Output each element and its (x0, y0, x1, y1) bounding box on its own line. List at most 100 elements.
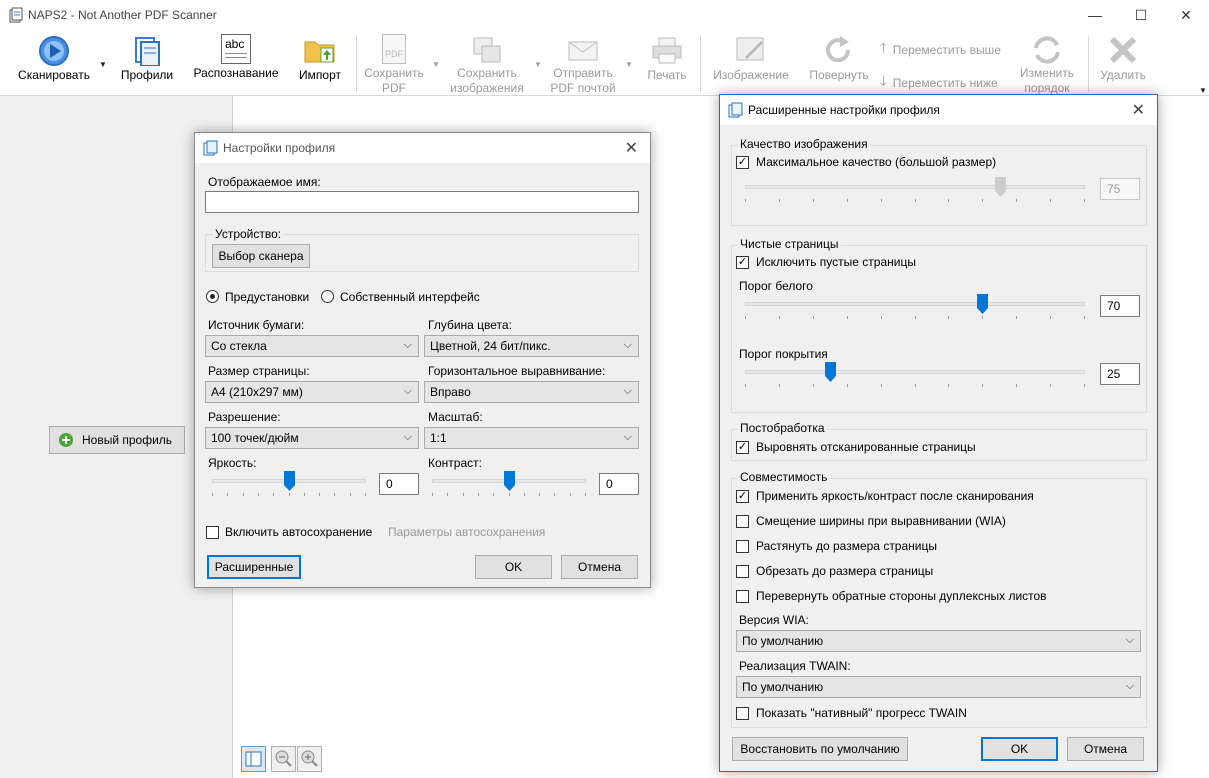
import-button[interactable]: Импорт (294, 30, 346, 96)
twain-impl-select[interactable]: По умолчанию ⌵ (736, 676, 1141, 698)
advanced-button[interactable]: Расширенные (207, 555, 301, 579)
slider-thumb[interactable] (504, 471, 515, 491)
slider-tick (447, 493, 448, 496)
print-button[interactable]: Печать (642, 30, 692, 96)
scan-button[interactable]: Сканировать (14, 30, 94, 96)
slider-thumb[interactable] (284, 471, 295, 491)
slider-tick (915, 199, 916, 202)
slider-tick (227, 493, 228, 496)
deskew-checkbox[interactable]: ✓ (736, 441, 749, 454)
move-down-button[interactable]: 🡓 Переместить ниже (880, 72, 998, 94)
scale-select[interactable]: 1:1 ⌵ (424, 427, 639, 449)
slider-tick (243, 493, 244, 496)
white-threshold-input[interactable]: 70 (1100, 295, 1140, 317)
slider-tick (1084, 316, 1085, 319)
slider-tick (570, 493, 571, 496)
quality-value-input[interactable]: 75 (1100, 178, 1140, 200)
slider-tick (915, 316, 916, 319)
flip-duplex-checkbox[interactable] (736, 590, 749, 603)
autosave-params-link[interactable]: Параметры автосохранения (388, 525, 545, 539)
profile-dialog-icon (203, 140, 218, 156)
profiles-button[interactable]: Профили (117, 30, 177, 96)
slider-thumb[interactable] (825, 362, 836, 382)
brightness-slider[interactable] (212, 471, 366, 497)
email-pdf-dropdown-arrow[interactable]: ▼ (625, 60, 633, 69)
slider-tick (554, 493, 555, 496)
image-button[interactable]: Изображение (708, 30, 794, 96)
quality-slider[interactable] (745, 177, 1085, 203)
minimize-button[interactable]: — (1072, 0, 1118, 30)
slider-tick (289, 493, 290, 496)
resolution-select[interactable]: 100 точек/дюйм ⌵ (205, 427, 419, 449)
maximize-button[interactable]: ☐ (1118, 0, 1164, 30)
close-window-button[interactable]: ✕ (1163, 0, 1209, 30)
slider-tick (319, 493, 320, 496)
native-ui-radio[interactable] (321, 290, 334, 303)
profile-settings-dialog: Настройки профиля ✕ Отображаемое имя: Ус… (194, 132, 651, 588)
page-size-select[interactable]: А4 (210x297 мм) ⌵ (205, 381, 419, 403)
chevron-down-icon: ⌵ (623, 385, 632, 397)
stretch-to-page-checkbox[interactable] (736, 540, 749, 553)
coverage-threshold-input[interactable]: 25 (1100, 363, 1140, 385)
exclude-blank-checkbox[interactable]: ✓ (736, 256, 749, 269)
bit-depth-select[interactable]: Цветной, 24 бит/пикс. ⌵ (424, 335, 639, 357)
slider-tick (1016, 316, 1017, 319)
ok-button[interactable]: OK (475, 555, 552, 579)
autosave-checkbox[interactable] (206, 526, 219, 539)
ocr-button[interactable]: abc Распознавание (190, 30, 282, 96)
image-edit-icon (736, 37, 764, 61)
slider-tick (350, 493, 351, 496)
arrow-down-icon: 🡓 (880, 73, 887, 88)
email-pdf-button[interactable]: Отправить PDF почтой (548, 30, 618, 96)
wia-version-select[interactable]: По умолчанию ⌵ (736, 630, 1141, 652)
zoom-out-button[interactable] (271, 746, 296, 772)
slider-tick (1050, 384, 1051, 387)
contrast-slider[interactable] (432, 471, 586, 497)
reorder-button[interactable]: Изменить порядок (1014, 30, 1080, 96)
crop-to-page-checkbox[interactable] (736, 565, 749, 578)
slider-tick (847, 316, 848, 319)
toolbar-overflow-arrow[interactable]: ▼ (1199, 86, 1207, 95)
chevron-down-icon: ⌵ (403, 385, 412, 397)
close-icon[interactable]: ✕ (1132, 100, 1145, 120)
white-threshold-slider[interactable] (745, 294, 1085, 320)
slider-thumb[interactable] (977, 294, 988, 314)
slider-thumb[interactable] (995, 177, 1006, 197)
delete-button[interactable]: Удалить (1094, 30, 1152, 96)
max-quality-checkbox[interactable]: ✓ (736, 156, 749, 169)
brightness-after-scan-checkbox[interactable]: ✓ (736, 490, 749, 503)
paper-source-select[interactable]: Со стекла ⌵ (205, 335, 419, 357)
dialog-title-bar: Расширенные настройки профиля ✕ (720, 95, 1157, 125)
save-images-dropdown-arrow[interactable]: ▼ (534, 60, 542, 69)
wia-offset-checkbox[interactable] (736, 515, 749, 528)
brightness-value-input[interactable]: 0 (379, 473, 419, 495)
coverage-threshold-slider[interactable] (745, 362, 1085, 388)
save-pdf-button[interactable]: PDF Сохранить PDF (360, 30, 428, 96)
new-profile-button[interactable]: Новый профиль (49, 426, 185, 454)
slider-track (745, 185, 1085, 189)
display-name-input[interactable] (205, 191, 639, 213)
slider-tick (813, 316, 814, 319)
cancel-button[interactable]: Отмена (561, 555, 638, 579)
twain-progress-checkbox[interactable] (736, 707, 749, 720)
rotate-icon (826, 36, 851, 63)
choose-scanner-button[interactable]: Выбор сканера (212, 244, 310, 268)
move-up-button[interactable]: 🡑 Переместить выше (880, 39, 1001, 61)
horizontal-align-select[interactable]: Вправо ⌵ (424, 381, 639, 403)
scan-dropdown-arrow[interactable]: ▼ (99, 60, 107, 69)
close-icon[interactable]: ✕ (625, 138, 638, 158)
view-toggle-button[interactable] (241, 746, 266, 772)
save-images-button[interactable]: Сохранить изображения (446, 30, 528, 96)
slider-tick (847, 199, 848, 202)
delete-icon (1109, 36, 1137, 64)
zoom-in-button[interactable] (297, 746, 322, 772)
presets-radio[interactable] (206, 290, 219, 303)
cancel-button[interactable]: Отмена (1067, 737, 1144, 761)
slider-tick (779, 199, 780, 202)
save-pdf-dropdown-arrow[interactable]: ▼ (432, 60, 440, 69)
contrast-value-input[interactable]: 0 (599, 473, 639, 495)
ok-button[interactable]: OK (981, 737, 1058, 761)
rotate-button[interactable]: Повернуть (806, 30, 872, 96)
restore-defaults-button[interactable]: Восстановить по умолчанию (732, 737, 908, 761)
toolbar-separator (1088, 36, 1089, 92)
